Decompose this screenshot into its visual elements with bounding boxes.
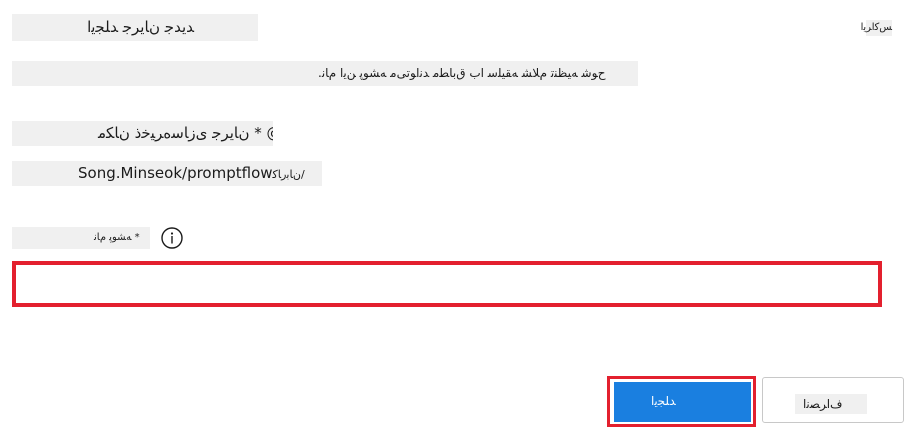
- repository-location-label: @ * ﻥﺎﻳﺮﺟ ﯼﺯﺎﺳﻩﺮﻴﺧﺫ ﻥﺎﮑﻣ: [98, 124, 273, 142]
- publish-button[interactable]: [614, 382, 751, 422]
- branch-name-input[interactable]: [12, 261, 882, 307]
- repository-path: Song.Minseok/promptflowﻥﺎﺑﺭﺎﮐ/: [78, 164, 305, 182]
- repository-location-label-box: @ * ﻥﺎﻳﺮﺟ ﯼﺯﺎﺳﻩﺮﻴﺧﺫ ﻥﺎﮑﻣ: [12, 121, 273, 146]
- dialog-title-box: ﺪﻳﺪﺟ ﻥﺎﻳﺮﺟ ﺪﻠﺠﻳﺍ: [12, 14, 258, 41]
- repository-path-name: Song.Minseok/promptflow: [78, 164, 273, 182]
- close-button[interactable]: ﺲﻛﺍﺮﻳﺍ: [861, 20, 892, 36]
- cancel-button[interactable]: [762, 377, 904, 423]
- repository-path-prefix: ﻥﺎﺑﺭﺎﮐ/: [272, 168, 305, 181]
- dialog-title: ﺪﻳﺪﺟ ﻥﺎﻳﺮﺟ ﺪﻠﺠﻳﺍ: [87, 18, 194, 36]
- info-icon[interactable]: [160, 226, 184, 250]
- repository-path-box: Song.Minseok/promptflowﻥﺎﺑﺭﺎﮐ/: [12, 161, 322, 186]
- dialog-description: ﺡﻮﺷ ﻪﻴﻈﻨﺗ ﻡﻼﺸ ﻪﻘﻴﻠﺳ ﺍﺏ ﻕﺑﺎﻄﻣ ﺪﻧﺍﻮﺗﯽﻣ ﻪﺸﻮ…: [318, 66, 606, 80]
- dialog-description-box: ﺡﻮﺷ ﻪﻴﻈﻨﺗ ﻡﻼﺸ ﻪﻘﻴﻠﺳ ﺍﺏ ﻕﺑﺎﻄﻣ ﺪﻧﺍﻮﺗﯽﻣ ﻪﺸﻮ…: [12, 61, 638, 86]
- branch-name-label-box: * ﻪﺸﻮﭘ ﻡﺎﻧ: [12, 227, 150, 249]
- branch-name-label: * ﻪﺸﻮﭘ ﻡﺎﻧ: [94, 232, 140, 243]
